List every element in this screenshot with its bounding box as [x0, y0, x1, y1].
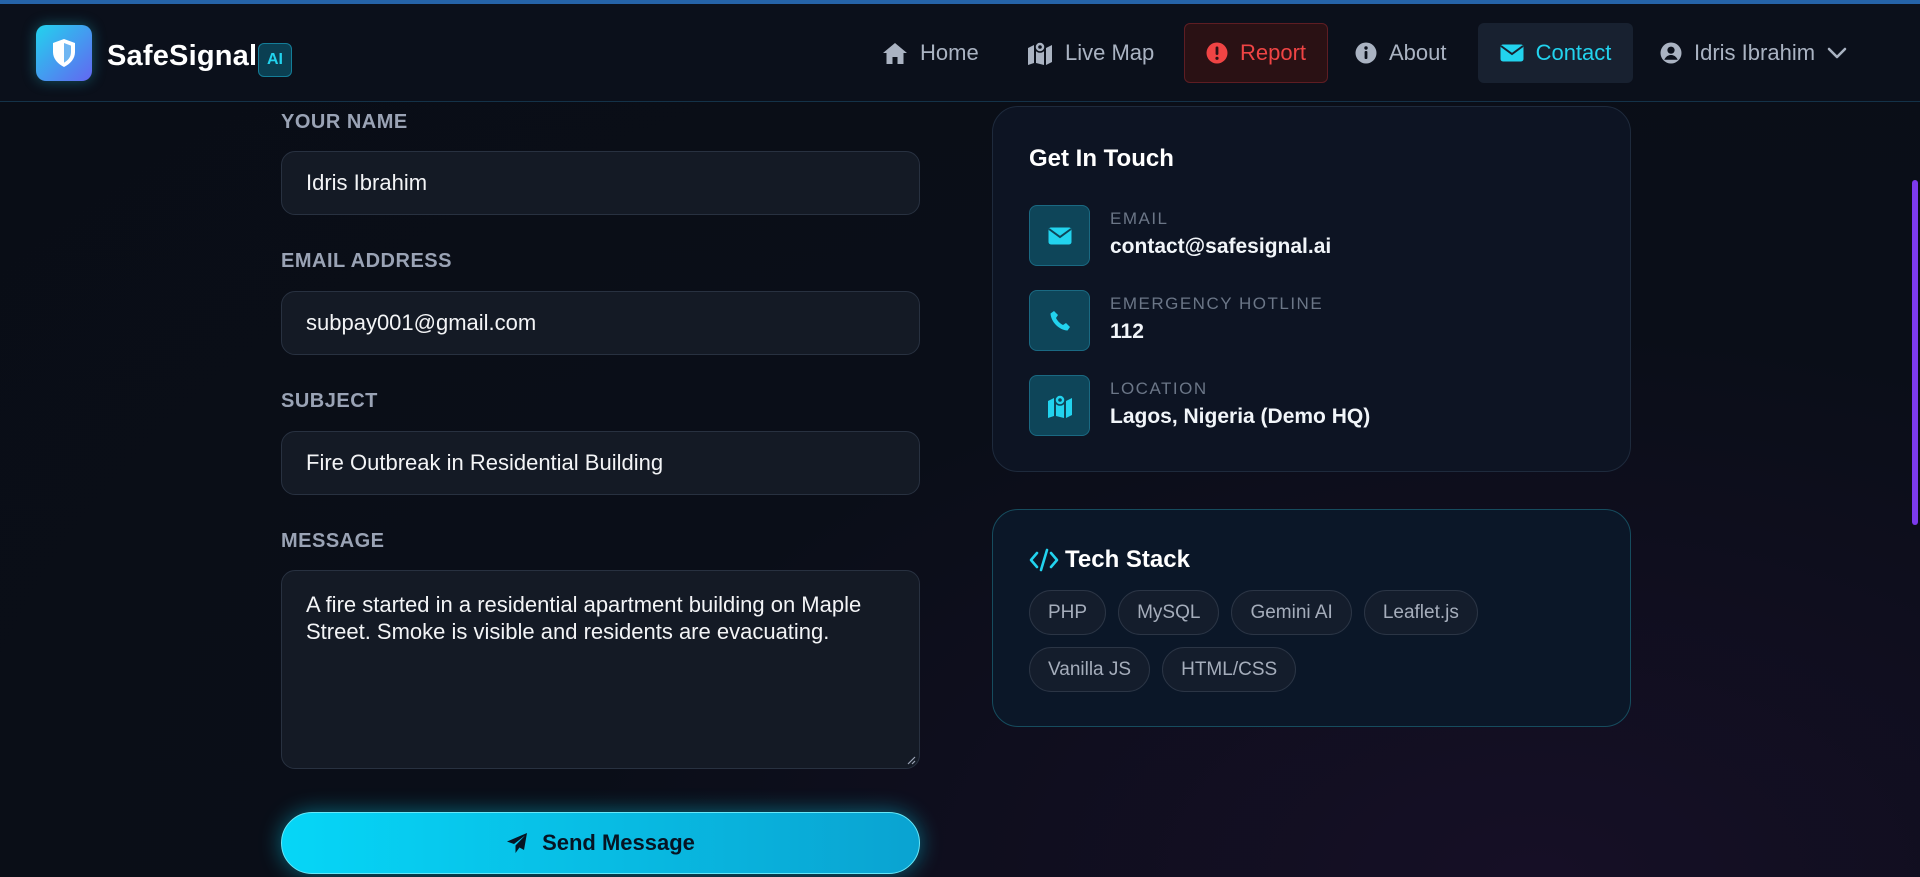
contact-info-card: Get In Touch EMAIL contact@safesignal.ai… — [992, 106, 1631, 472]
contact-hotline-row: EMERGENCY HOTLINE 112 — [1029, 290, 1589, 352]
nav-live-map[interactable]: Live Map — [1007, 23, 1174, 83]
hotline-info-value[interactable]: 112 — [1110, 320, 1144, 344]
nav-report-button[interactable]: Report — [1184, 23, 1328, 83]
send-message-label: Send Message — [542, 830, 695, 855]
location-info-value: Lagos, Nigeria (Demo HQ) — [1110, 405, 1371, 428]
message-text: A fire started in a residential apartmen… — [306, 592, 862, 644]
user-circle-icon — [1660, 42, 1682, 64]
location-info-label: LOCATION — [1110, 379, 1208, 398]
paper-plane-icon — [507, 833, 528, 853]
nav-contact-active[interactable]: Contact — [1478, 23, 1633, 83]
nav-about-label: About — [1389, 40, 1447, 65]
tech-card-title: Tech Stack — [1065, 546, 1190, 573]
name-input[interactable]: Idris Ibrahim — [281, 151, 920, 215]
envelope-icon — [1499, 44, 1524, 62]
user-menu[interactable]: Idris Ibrahim — [1640, 23, 1867, 83]
email-info-value[interactable]: contact@safesignal.ai — [1110, 235, 1331, 259]
email-info-label: EMAIL — [1110, 209, 1169, 228]
brand-name[interactable]: SafeSignal — [107, 40, 257, 73]
logo-shield-icon[interactable] — [36, 25, 92, 81]
message-label: MESSAGE — [281, 530, 385, 552]
contact-email-row: EMAIL contact@safesignal.ai — [1029, 205, 1589, 267]
tech-tags: PHP MySQL Gemini AI Leaflet.js Vanilla J… — [1029, 590, 1599, 692]
tech-card-header: Tech Stack — [1029, 546, 1190, 574]
tech-tag: Gemini AI — [1231, 590, 1352, 635]
subject-label: SUBJECT — [281, 390, 378, 412]
resize-grip-icon[interactable] — [906, 755, 916, 765]
email-input[interactable]: subpay001@gmail.com — [281, 291, 920, 355]
chevron-down-icon — [1827, 47, 1847, 59]
hotline-info-label: EMERGENCY HOTLINE — [1110, 294, 1324, 313]
tech-tag: Vanilla JS — [1029, 647, 1151, 692]
map-marker-icon — [1028, 41, 1052, 65]
envelope-icon — [1029, 205, 1090, 266]
map-icon — [1029, 375, 1090, 436]
nav-home[interactable]: Home — [862, 23, 999, 83]
tech-tag: Leaflet.js — [1363, 590, 1478, 635]
ai-badge: AI — [258, 43, 292, 77]
email-label: EMAIL ADDRESS — [281, 250, 452, 272]
code-icon — [1029, 548, 1059, 572]
user-name: Idris Ibrahim — [1694, 40, 1816, 65]
tech-stack-card: Tech Stack PHP MySQL Gemini AI Leaflet.j… — [992, 509, 1631, 727]
contact-location-row: LOCATION Lagos, Nigeria (Demo HQ) — [1029, 375, 1589, 437]
send-message-button[interactable]: Send Message — [281, 812, 920, 874]
home-icon — [883, 43, 907, 64]
info-circle-icon — [1355, 42, 1377, 64]
nav-report-label: Report — [1239, 40, 1307, 65]
phone-icon — [1029, 290, 1090, 351]
top-nav-bar: SafeSignal AI Home Live Map Report About — [0, 4, 1920, 102]
nav-home-label: Home — [920, 40, 979, 65]
message-textarea[interactable]: A fire started in a residential apartmen… — [281, 570, 920, 769]
tech-tag: HTML/CSS — [1162, 647, 1297, 692]
name-label: YOUR NAME — [281, 111, 408, 133]
alert-circle-icon — [1206, 42, 1228, 64]
tech-tag: MySQL — [1118, 590, 1220, 635]
nav-live-map-label: Live Map — [1065, 40, 1155, 65]
subject-input[interactable]: Fire Outbreak in Residential Building — [281, 431, 920, 495]
nav-about[interactable]: About — [1335, 23, 1467, 83]
contact-card-title: Get In Touch — [1029, 145, 1174, 172]
tech-tag: PHP — [1029, 590, 1107, 635]
page-scrollbar-thumb[interactable] — [1912, 180, 1918, 525]
nav-contact-label: Contact — [1535, 40, 1612, 65]
